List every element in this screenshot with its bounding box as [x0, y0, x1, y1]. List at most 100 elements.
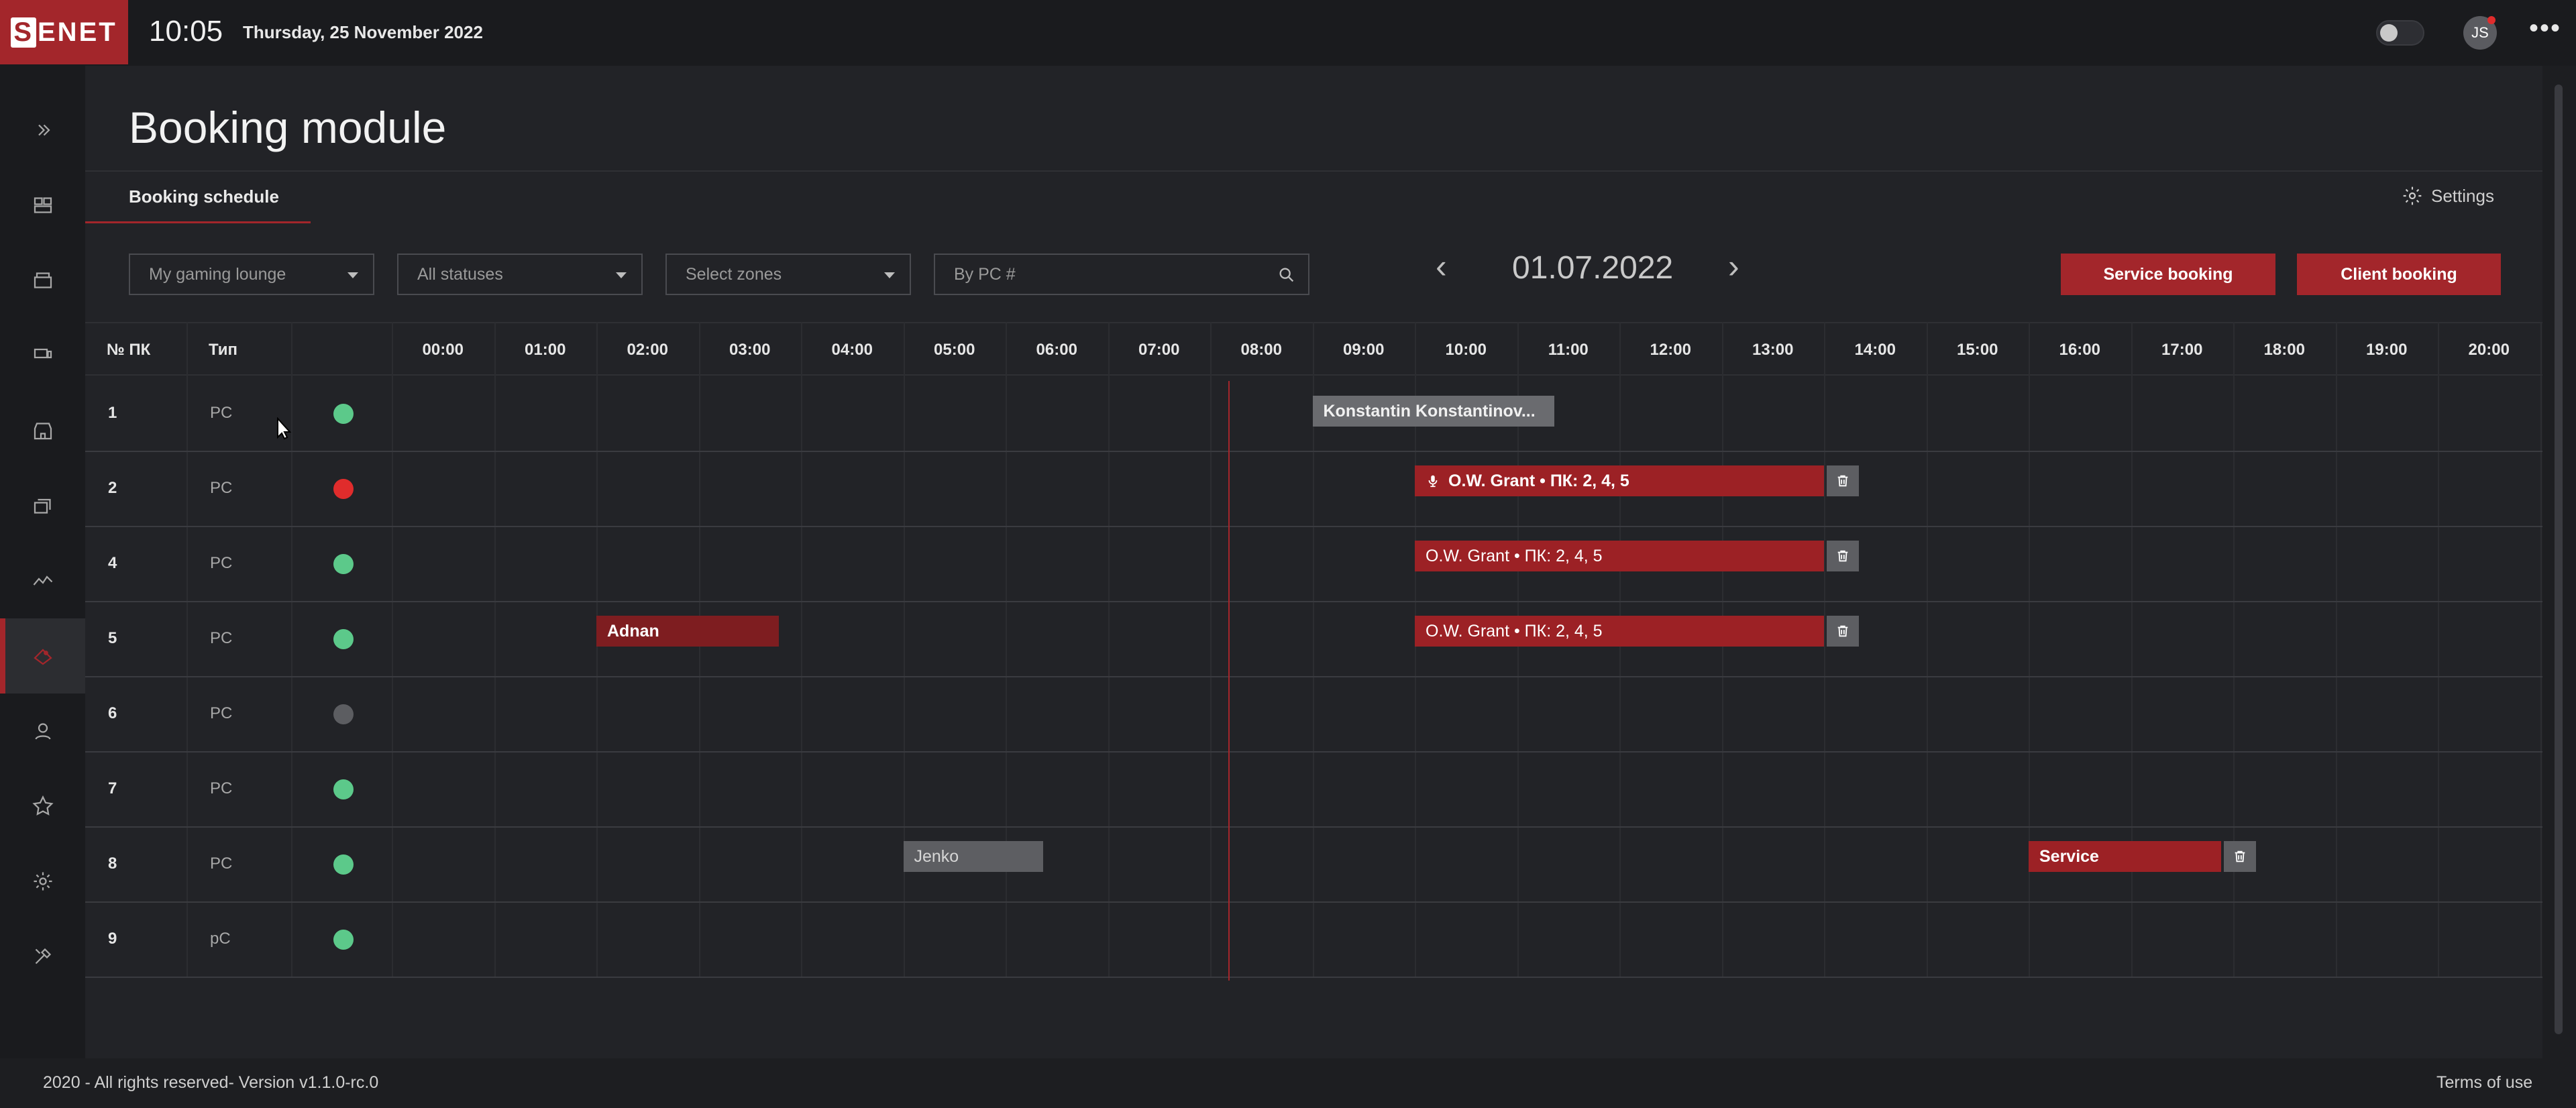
status-indicator	[333, 930, 354, 950]
chevron-down-icon	[616, 272, 627, 278]
expand-icon	[38, 124, 50, 136]
sidebar-item-devices[interactable]	[0, 168, 85, 243]
theme-toggle[interactable]	[2376, 20, 2424, 46]
pc-number: 6	[108, 704, 117, 722]
shop-icon	[34, 272, 52, 288]
booking-block[interactable]: Jenko	[903, 841, 1043, 872]
cursor-icon	[277, 417, 292, 440]
sidebar-item-users[interactable]	[0, 694, 85, 769]
column-type: Тип	[209, 341, 237, 359]
table-row[interactable]: 5 PC	[85, 602, 2542, 677]
pc-number: 1	[108, 404, 117, 422]
tab-divider	[85, 170, 2542, 172]
service-booking-button[interactable]: Service booking	[2061, 254, 2275, 295]
hour-label: 15:00	[1957, 341, 1998, 359]
pc-type: PC	[210, 779, 233, 797]
booking-block[interactable]: Adnan	[596, 616, 779, 647]
sidebar-item-shop[interactable]	[0, 243, 85, 318]
sidebar-item-stats[interactable]	[0, 543, 85, 618]
pc-number: 7	[108, 779, 117, 797]
booking-icon	[33, 649, 52, 665]
status-indicator	[333, 704, 354, 724]
pc-search-input[interactable]: By PC #	[934, 254, 1309, 295]
booking-block[interactable]: Konstantin Konstantinov...	[1312, 396, 1555, 427]
gear-icon	[2403, 186, 2422, 205]
star-icon	[32, 795, 54, 816]
scrollbar[interactable]	[2555, 85, 2563, 1034]
booking-block[interactable]: O.W. Grant • ПК: 2, 4, 5	[1415, 541, 1824, 571]
prev-date-button[interactable]: ‹	[1436, 247, 1447, 286]
delete-booking-button[interactable]	[1827, 541, 1859, 571]
hour-label: 00:00	[422, 341, 464, 359]
sidebar-item-booking[interactable]	[0, 618, 85, 694]
delete-booking-button[interactable]	[1827, 616, 1859, 647]
hour-label: 07:00	[1138, 341, 1180, 359]
hour-label: 04:00	[831, 341, 873, 359]
hour-label: 20:00	[2468, 341, 2510, 359]
avatar[interactable]: JS	[2463, 16, 2497, 50]
delete-booking-button[interactable]	[2224, 841, 2257, 872]
sidebar-item-pc[interactable]	[0, 318, 85, 393]
table-row[interactable]: 2 PC	[85, 452, 2542, 527]
settings-label: Settings	[2431, 185, 2494, 206]
hour-label: 19:00	[2366, 341, 2408, 359]
pc-type: PC	[210, 704, 233, 722]
table-row[interactable]: 4 PC	[85, 527, 2542, 602]
hour-label: 12:00	[1650, 341, 1691, 359]
sidebar-item-tools[interactable]	[0, 919, 85, 994]
column-pc-number: № ПК	[107, 341, 151, 359]
pc-type: PC	[210, 479, 233, 497]
layers-icon	[34, 498, 51, 514]
stats-icon	[33, 575, 52, 586]
search-icon[interactable]	[1277, 266, 1296, 284]
client-booking-button[interactable]: Client booking	[2297, 254, 2501, 295]
status-select[interactable]: All statuses	[397, 254, 643, 295]
sidebar-item-expand[interactable]	[0, 93, 85, 168]
pc-number: 8	[108, 854, 117, 873]
delete-booking-button[interactable]	[1827, 465, 1859, 496]
chevron-down-icon	[884, 272, 895, 278]
copyright: 2020 - All rights reserved- Version v1.1…	[43, 1073, 379, 1092]
booking-label: Jenko	[914, 846, 959, 866]
status-indicator	[333, 629, 354, 649]
status-select-value: All statuses	[417, 264, 503, 284]
selected-date: 01.07.2022	[1512, 250, 1674, 286]
table-row[interactable]: 7 PC	[85, 753, 2542, 828]
table-row[interactable]: 9 pC	[85, 903, 2542, 978]
users-icon	[34, 723, 51, 740]
sidebar-item-layers[interactable]	[0, 468, 85, 543]
pc-type: PC	[210, 854, 233, 873]
status-indicator	[333, 404, 354, 424]
booking-block[interactable]: Service	[2029, 841, 2222, 872]
more-icon[interactable]: •••	[2529, 13, 2561, 44]
terms-link[interactable]: Terms of use	[2436, 1073, 2532, 1093]
table-row[interactable]: 6 PC	[85, 677, 2542, 753]
hour-label: 14:00	[1854, 341, 1896, 359]
sidebar-item-store[interactable]	[0, 393, 85, 468]
pc-type: PC	[210, 629, 233, 647]
booking-block[interactable]: O.W. Grant • ПК: 2, 4, 5	[1415, 616, 1824, 647]
notification-dot	[2487, 16, 2496, 24]
tools-icon	[35, 948, 51, 964]
hour-label: 05:00	[934, 341, 975, 359]
hour-label: 18:00	[2263, 341, 2305, 359]
sidebar-item-star[interactable]	[0, 769, 85, 844]
hour-label: 16:00	[2059, 341, 2100, 359]
moon-icon	[2380, 24, 2398, 42]
tab-booking-schedule[interactable]: Booking schedule	[129, 186, 279, 207]
settings-link[interactable]: Settings	[2402, 185, 2494, 207]
booking-label: O.W. Grant • ПК: 2, 4, 5	[1448, 471, 1629, 490]
booking-block[interactable]: O.W. Grant • ПК: 2, 4, 5	[1415, 465, 1824, 496]
pc-number: 5	[108, 629, 117, 647]
trash-icon	[2235, 850, 2245, 863]
next-date-button[interactable]: ›	[1728, 247, 1739, 286]
hour-label: 08:00	[1240, 341, 1282, 359]
chevron-down-icon	[347, 272, 358, 278]
logo[interactable]: S ENET	[0, 0, 128, 64]
pc-type: pC	[210, 930, 231, 948]
sidebar-item-settings[interactable]	[0, 844, 85, 919]
current-date: Thursday, 25 November 2022	[243, 22, 483, 42]
hour-label: 10:00	[1445, 341, 1487, 359]
zones-select[interactable]: Select zones	[665, 254, 911, 295]
lounge-select[interactable]: My gaming lounge	[129, 254, 374, 295]
